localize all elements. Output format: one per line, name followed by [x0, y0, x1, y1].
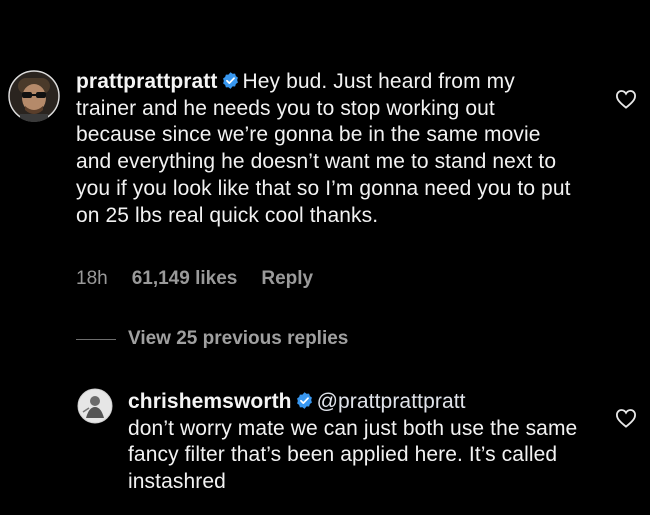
reply-username[interactable]: chrishemsworth [128, 390, 292, 413]
verified-badge-icon [296, 392, 312, 409]
reply-body: chrishemsworth @prattprattpratt don’t worr… [128, 389, 598, 496]
comment-time: 18h [76, 268, 108, 289]
comment-body: prattprattpratt Hey bud. Just heard from … [76, 69, 576, 229]
reply-button[interactable]: Reply [261, 268, 313, 289]
likes-count[interactable]: 61,149 likes [132, 268, 238, 289]
verified-badge-icon [222, 72, 238, 89]
view-replies-label[interactable]: View 25 previous replies [128, 328, 348, 350]
heart-outline-icon[interactable] [615, 408, 637, 428]
comment-username[interactable]: prattprattpratt [76, 70, 218, 93]
replies-divider [76, 338, 116, 340]
comment-message: Hey bud. Just heard from my trainer and … [76, 70, 571, 227]
reply-mention[interactable]: @prattprattpratt [317, 390, 466, 413]
avatar-prattprattpratt[interactable] [8, 70, 60, 122]
heart-outline-icon[interactable] [615, 89, 637, 109]
reply-message: don’t worry mate we can just both use th… [128, 416, 578, 494]
comment-meta: 18h 61,149 likes Reply [76, 268, 337, 290]
avatar-chrishemsworth[interactable] [77, 388, 113, 424]
view-previous-replies[interactable]: View 25 previous replies [76, 328, 348, 350]
